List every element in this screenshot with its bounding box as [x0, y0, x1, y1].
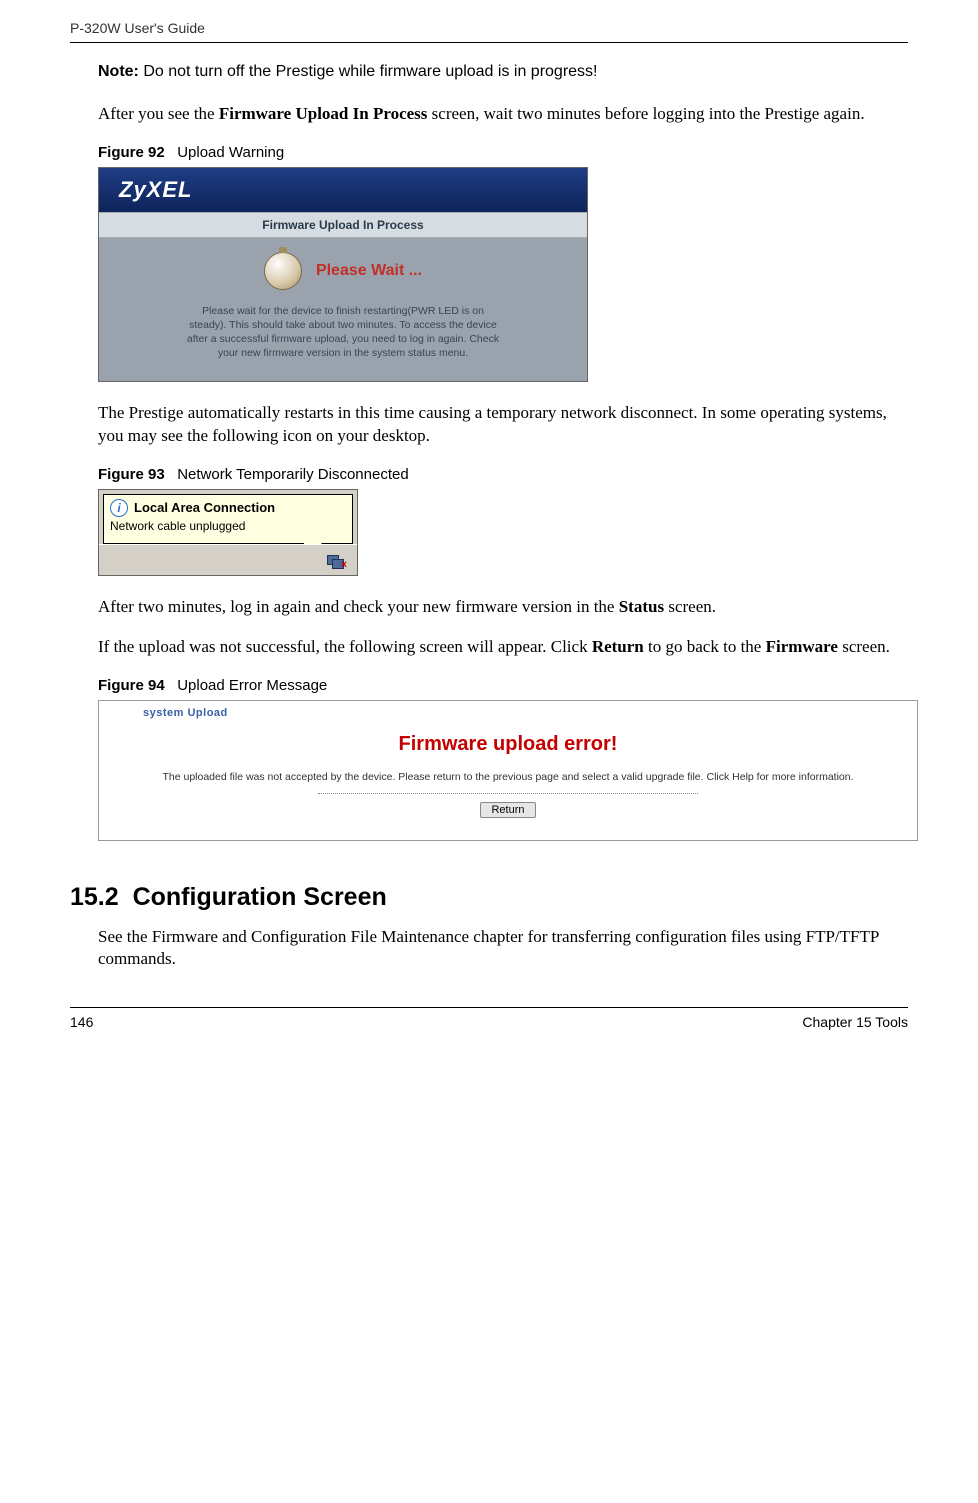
chapter-label: Chapter 15 Tools [802, 1014, 908, 1030]
paragraph-5: See the Firmware and Configuration File … [98, 926, 908, 972]
section-heading-15-2: 15.2 Configuration Screen [70, 883, 908, 912]
figure-94-title: Upload Error Message [177, 677, 327, 694]
network-disconnected-icon: × [327, 555, 345, 569]
figure-92-caption: Figure 92 Upload Warning [98, 144, 908, 161]
para3-pre: After two minutes, log in again and chec… [98, 597, 619, 616]
figure-93-title: Network Temporarily Disconnected [177, 466, 408, 483]
para4-mid: to go back to the [644, 637, 766, 656]
dotted-divider [318, 793, 698, 794]
figure-92-label: Figure 92 [98, 144, 165, 161]
para4-bold2: Firmware [766, 637, 838, 656]
please-wait-row: Please Wait ... [129, 252, 557, 290]
para4-post: screen. [838, 637, 890, 656]
figure-92-title: Upload Warning [177, 144, 284, 161]
firmware-wait-description: Please wait for the device to finish res… [183, 304, 503, 361]
para3-post: screen. [664, 597, 716, 616]
system-tray: × [99, 544, 357, 575]
firmware-upload-body: Please Wait ... Please wait for the devi… [99, 238, 587, 381]
page-number: 146 [70, 1014, 93, 1030]
page-footer: 146 Chapter 15 Tools [70, 1007, 908, 1030]
figure-94-label: Figure 94 [98, 677, 165, 694]
para4-pre: If the upload was not successful, the fo… [98, 637, 592, 656]
note-line: Note: Do not turn off the Prestige while… [98, 63, 908, 81]
zyxel-logo: ZyXEL [119, 177, 192, 203]
balloon-title: Local Area Connection [134, 500, 275, 515]
figure-94-caption: Figure 94 Upload Error Message [98, 677, 908, 694]
please-wait-text: Please Wait ... [316, 262, 422, 280]
paragraph-1: After you see the Firmware Upload In Pro… [98, 103, 908, 126]
section-title: Configuration Screen [133, 883, 387, 911]
para1-pre: After you see the [98, 104, 219, 123]
zyxel-title-bar: ZyXEL [99, 168, 587, 212]
para4-bold1: Return [592, 637, 644, 656]
note-label: Note: [98, 63, 139, 80]
balloon-text: Network cable unplugged [110, 519, 346, 533]
para1-bold: Firmware Upload In Process [219, 104, 428, 123]
firmware-error-title: Firmware upload error! [99, 733, 917, 756]
para3-bold: Status [619, 597, 664, 616]
para1-post: screen, wait two minutes before logging … [427, 104, 864, 123]
figure-93-network-disconnected: i Local Area Connection Network cable un… [98, 489, 358, 576]
figure-94-upload-error: system Upload Firmware upload error! The… [98, 700, 918, 840]
notification-balloon: i Local Area Connection Network cable un… [103, 494, 353, 544]
note-text: Do not turn off the Prestige while firmw… [143, 63, 597, 80]
info-icon: i [110, 499, 128, 517]
paragraph-2: The Prestige automatically restarts in t… [98, 402, 908, 448]
system-upload-label: system Upload [99, 701, 917, 719]
balloon-title-row: i Local Area Connection [110, 499, 346, 517]
paragraph-4: If the upload was not successful, the fo… [98, 636, 908, 659]
firmware-upload-title: Firmware Upload In Process [99, 212, 587, 238]
page-header: P-320W User's Guide [70, 20, 908, 43]
return-button[interactable]: Return [480, 802, 535, 818]
firmware-error-text: The uploaded file was not accepted by th… [99, 770, 917, 784]
paragraph-3: After two minutes, log in again and chec… [98, 596, 908, 619]
figure-93-caption: Figure 93 Network Temporarily Disconnect… [98, 466, 908, 483]
figure-92-upload-warning: ZyXEL Firmware Upload In Process Please … [98, 167, 588, 382]
figure-93-label: Figure 93 [98, 466, 165, 483]
red-x-icon: × [341, 559, 347, 571]
section-number: 15.2 [70, 883, 119, 911]
stopwatch-icon [264, 252, 302, 290]
